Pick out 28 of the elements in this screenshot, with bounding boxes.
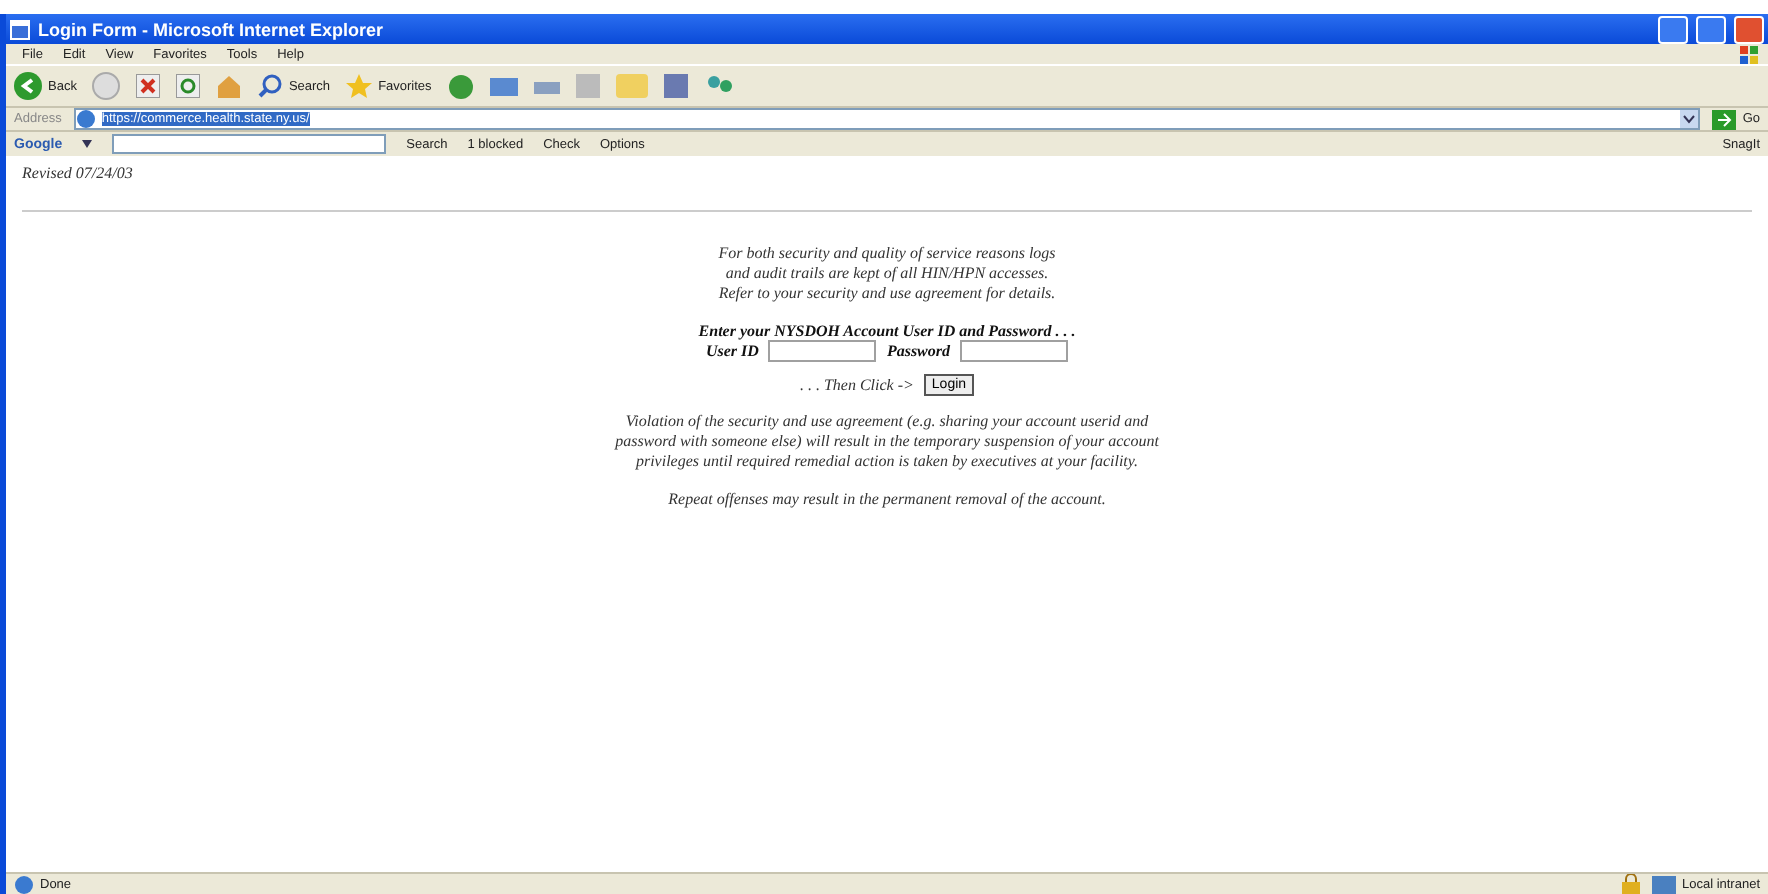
password-field[interactable] (960, 340, 1068, 362)
history-icon[interactable] (447, 73, 474, 99)
user-id-label: User ID (705, 342, 759, 360)
google-search-field[interactable] (112, 134, 387, 154)
violation-warning: Violation of the security and use agreement (e.g. sharing your account userid and password with someone else) will result in the temporary suspension of your account privileges until required remedial action is taken by executives at your facility. (615, 412, 1159, 472)
star-icon (346, 74, 373, 98)
people-icon[interactable] (703, 74, 736, 98)
login-prompt: Enter your NYSDOH Account User ID and Password . . . (698, 322, 1076, 340)
forward-icon[interactable] (92, 72, 121, 100)
home-icon[interactable] (216, 74, 243, 98)
search-icon (258, 74, 283, 98)
refresh-icon[interactable] (176, 74, 201, 98)
notice-text: For both security and quality of service reasons logs and audit trails are kept of all HIN/HPN accesses. Refer to your security and use agreement for details. (718, 244, 1056, 304)
then-click-text: . . . Then Click -> (799, 376, 914, 394)
windows-flag-icon (1740, 45, 1760, 63)
dropdown-icon[interactable] (1680, 110, 1699, 128)
browser-icon (10, 19, 30, 39)
minimize-button[interactable] (1658, 15, 1688, 43)
caret-icon[interactable] (82, 140, 93, 148)
lock-icon (1621, 874, 1640, 894)
password-label: Password (886, 342, 950, 360)
revision-date: Revised 07/24/03 (22, 164, 135, 182)
window-title: Login Form - Microsoft Internet Explorer (38, 19, 384, 39)
user-id-field[interactable] (768, 340, 877, 362)
repeat-offense-warning: Repeat offenses may result in the permanent removal of the account. (668, 490, 1106, 510)
close-button[interactable] (1734, 15, 1764, 43)
stop-icon[interactable] (136, 74, 161, 98)
maximize-button[interactable] (1696, 15, 1726, 43)
